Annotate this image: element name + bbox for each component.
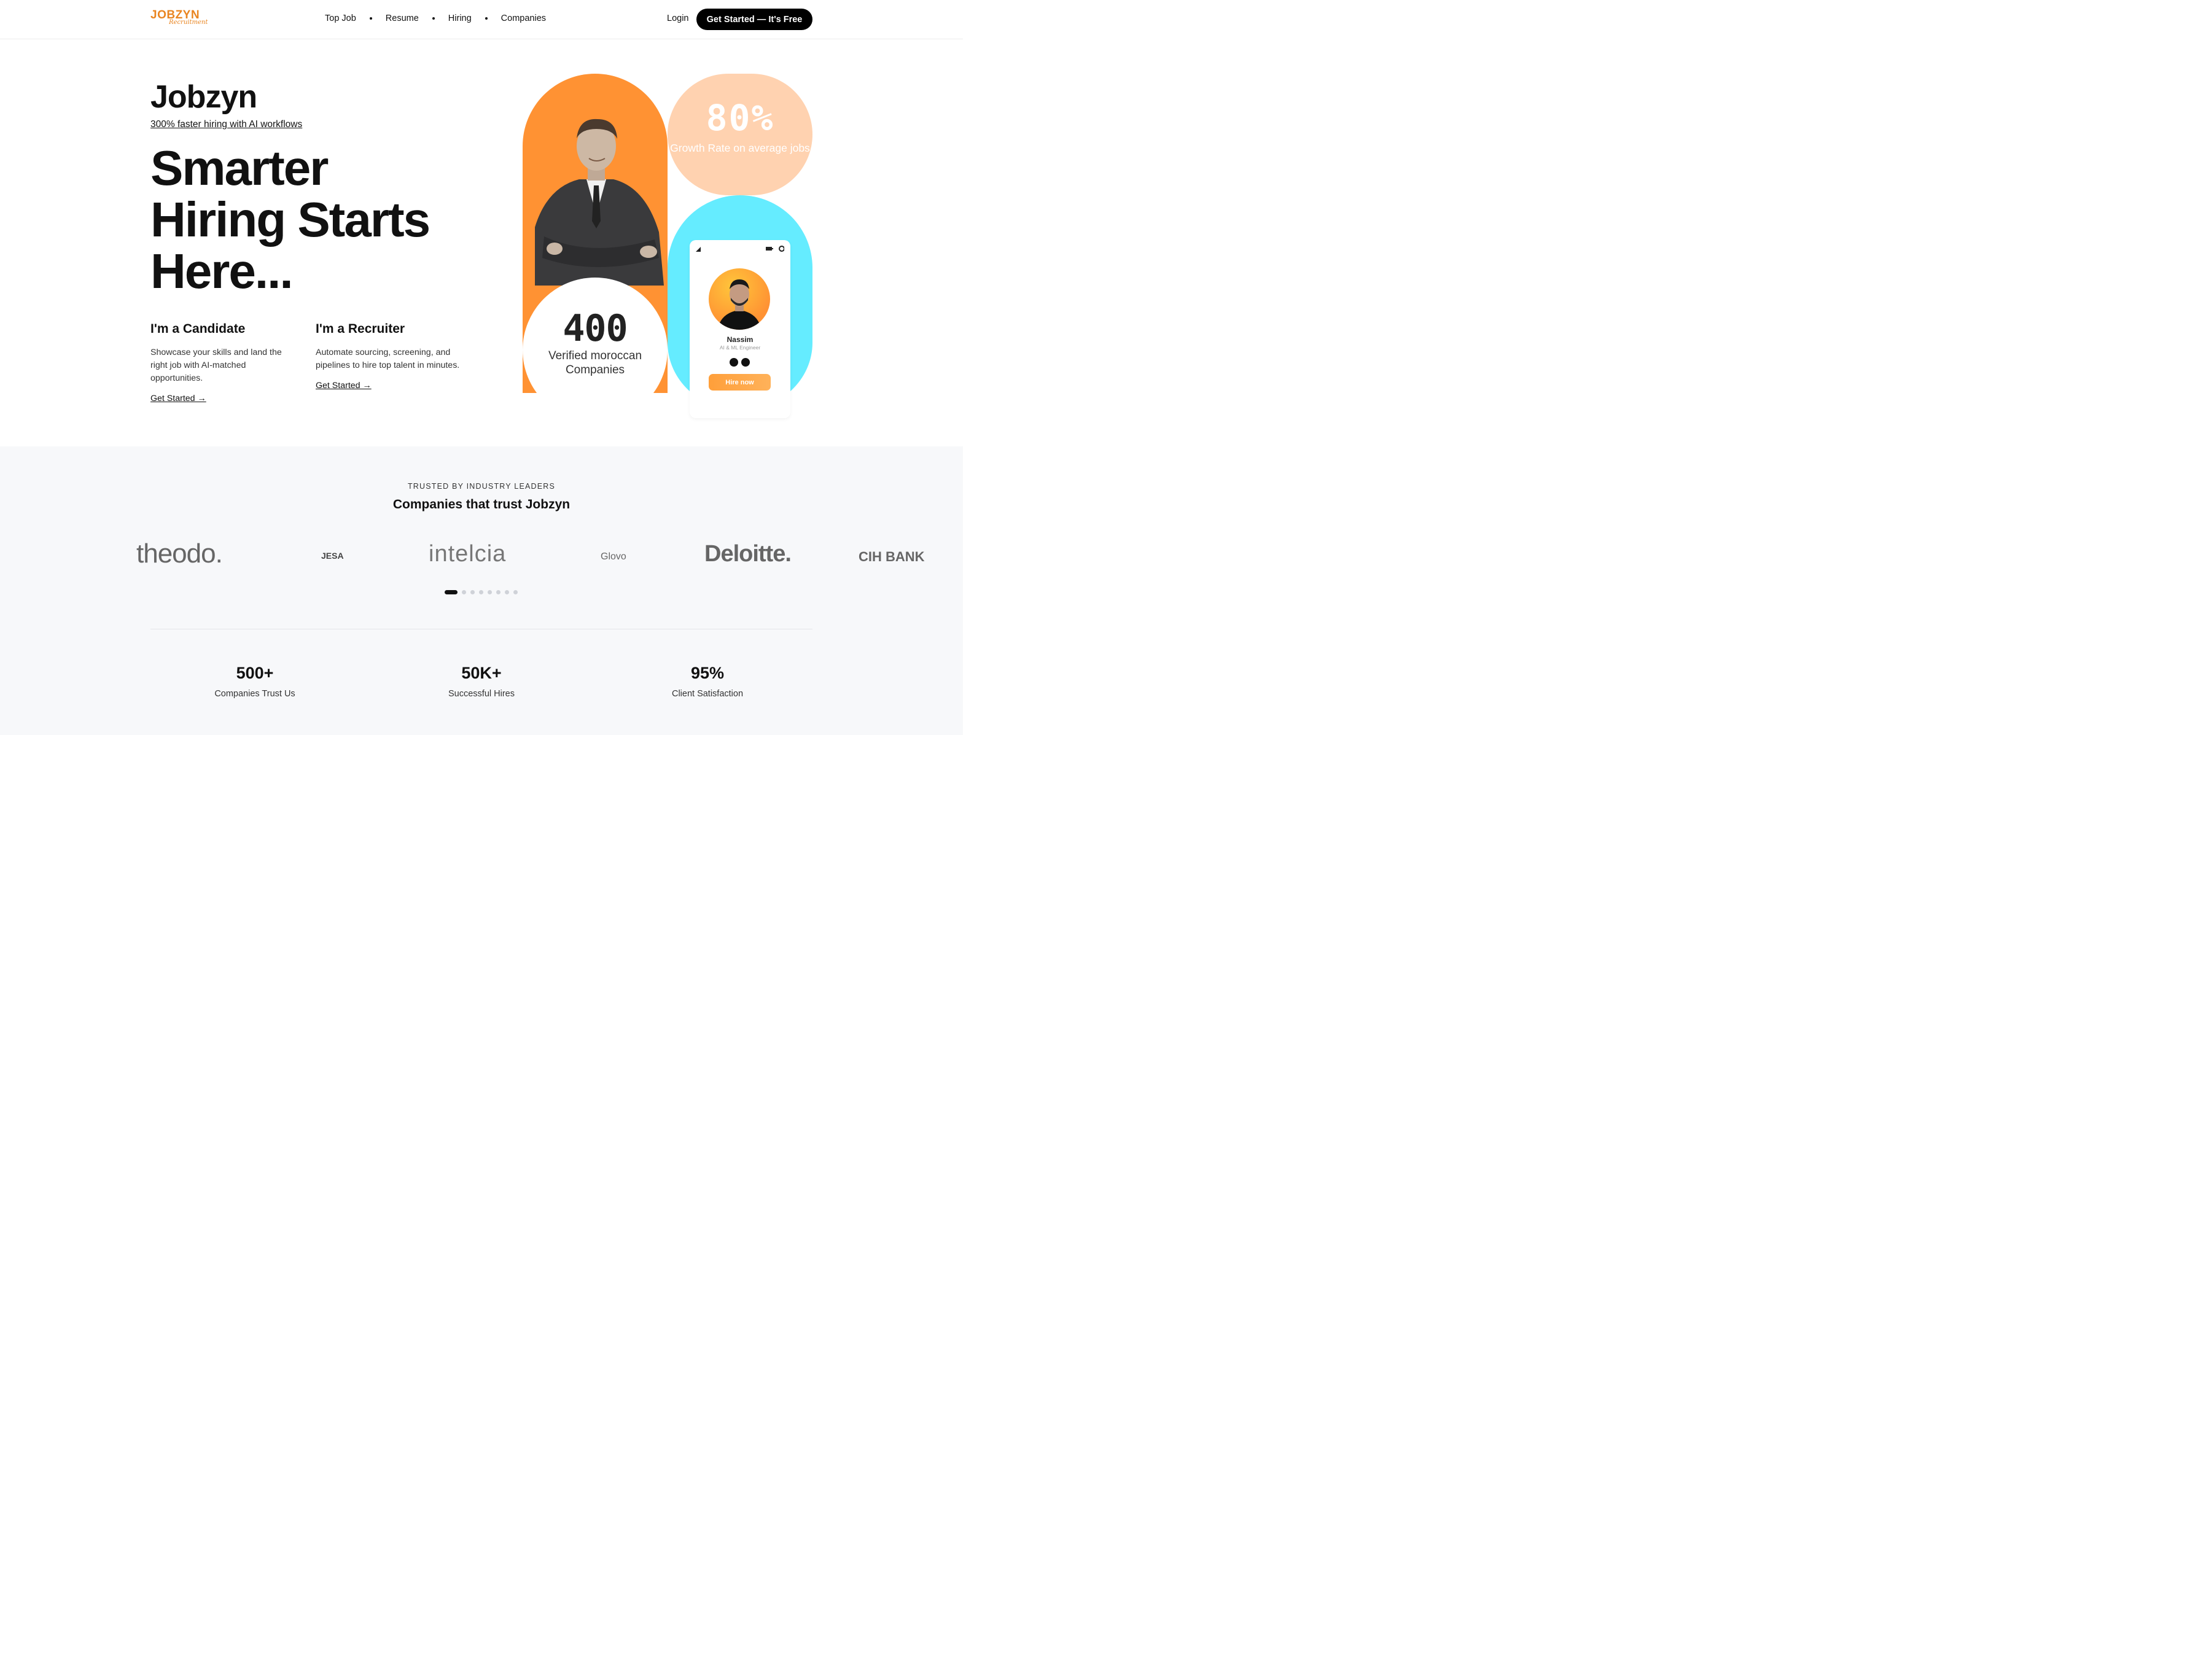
- hire-now-button[interactable]: Hire now: [709, 374, 771, 391]
- logo-subtitle: Recruitment: [169, 19, 208, 26]
- headline-line: Hiring Starts: [150, 192, 430, 247]
- nav-links: Top Job Resume Hiring Companies: [325, 14, 546, 23]
- stat-value: 500+: [236, 664, 274, 682]
- get-started-free-button[interactable]: Get Started — It's Free: [696, 9, 812, 30]
- hero-brand-title: Jobzyn: [150, 79, 257, 115]
- carousel-dot[interactable]: [505, 590, 509, 594]
- phone-mockup: Nassim AI & ML Engineer Hire now: [690, 240, 790, 418]
- stat-value: 50K+: [461, 664, 502, 682]
- recruiter-get-started-link[interactable]: Get Started →: [316, 381, 372, 391]
- logo-deloitte: Deloitte.: [704, 541, 792, 567]
- headline-line: Here...: [150, 244, 294, 298]
- carousel-dot[interactable]: [513, 590, 518, 594]
- stat-label: Successful Hires: [448, 689, 515, 699]
- stat-value: 95%: [690, 664, 725, 682]
- trusted-eyebrow: TRUSTED BY INDUSTRY LEADERS: [407, 482, 556, 491]
- nav-separator: [369, 17, 372, 20]
- logo-glovo: Glovo: [601, 551, 626, 562]
- profile-role: AI & ML Engineer: [719, 344, 761, 351]
- whatsapp-icon[interactable]: [730, 358, 738, 367]
- carousel-pagination: [445, 590, 522, 594]
- carousel-dot-active[interactable]: [445, 590, 458, 594]
- headline-line: Smarter: [150, 141, 329, 195]
- logo-intelcia: intelcia: [429, 541, 507, 567]
- chat-icon[interactable]: [741, 358, 750, 367]
- candidate-description: Showcase your skills and land the right …: [150, 348, 282, 383]
- carousel-dot[interactable]: [488, 590, 492, 594]
- nav-link-resume[interactable]: Resume: [386, 14, 419, 23]
- trusted-title: Companies that trust Jobzyn: [392, 497, 571, 511]
- recruiter-card: I'm a Recruiter Automate sourcing, scree…: [316, 322, 475, 391]
- growth-rate-badge: 80% Growth Rate on average jobs: [668, 74, 812, 195]
- growth-rate-caption: Growth Rate on average jobs: [670, 142, 810, 154]
- recruiter-description: Automate sourcing, screening, and pipeli…: [316, 348, 460, 370]
- hero-headline: Smarter Hiring Starts Here...: [150, 141, 430, 298]
- logo-cih-bank: CIH BANK: [859, 549, 925, 564]
- login-link[interactable]: Login: [667, 14, 688, 23]
- growth-rate-value: 80%: [706, 97, 774, 139]
- carousel-dot[interactable]: [470, 590, 475, 594]
- signal-icon: [696, 247, 701, 252]
- phone-status-bar: [696, 246, 784, 252]
- hero-tagline-link[interactable]: 300% faster hiring with AI workflows: [150, 119, 302, 130]
- alarm-icon: [779, 246, 784, 252]
- nav-separator: [485, 17, 488, 20]
- profile-avatar: [709, 268, 770, 330]
- stat-label: Client Satisfaction: [671, 689, 744, 699]
- stat-satisfaction: 95% Client Satisfaction: [628, 664, 787, 699]
- stat-companies: 500+ Companies Trust Us: [175, 664, 335, 699]
- carousel-dot[interactable]: [479, 590, 483, 594]
- top-navbar: JOBZYN Recruitment Top Job Resume Hiring…: [0, 0, 963, 39]
- carousel-dot[interactable]: [496, 590, 501, 594]
- nav-separator: [432, 17, 435, 20]
- jobzyn-logo[interactable]: JOBZYN Recruitment: [150, 9, 208, 27]
- candidate-card: I'm a Candidate Showcase your skills and…: [150, 322, 298, 404]
- verified-companies-badge: 400 Verified moroccan Companies: [523, 278, 668, 422]
- stat-label: Companies Trust Us: [214, 689, 295, 699]
- profile-name: Nassim: [727, 335, 754, 344]
- logo-theodo: theodo.: [136, 539, 223, 569]
- nav-link-companies[interactable]: Companies: [501, 14, 546, 23]
- battery-icon: [766, 247, 772, 251]
- logo-jesa: JESA: [321, 551, 344, 561]
- verified-companies-value: 400: [563, 307, 628, 350]
- recruiter-title: I'm a Recruiter: [316, 322, 405, 336]
- candidate-get-started-link[interactable]: Get Started →: [150, 394, 206, 403]
- candidate-title: I'm a Candidate: [150, 322, 246, 336]
- stat-hires: 50K+ Successful Hires: [402, 664, 561, 699]
- carousel-dot[interactable]: [462, 590, 466, 594]
- trusted-section: TRUSTED BY INDUSTRY LEADERS Companies th…: [0, 446, 963, 735]
- verified-companies-caption: Verified moroccan Companies: [548, 349, 642, 376]
- nav-link-hiring[interactable]: Hiring: [448, 14, 472, 23]
- nav-link-top-job[interactable]: Top Job: [325, 14, 356, 23]
